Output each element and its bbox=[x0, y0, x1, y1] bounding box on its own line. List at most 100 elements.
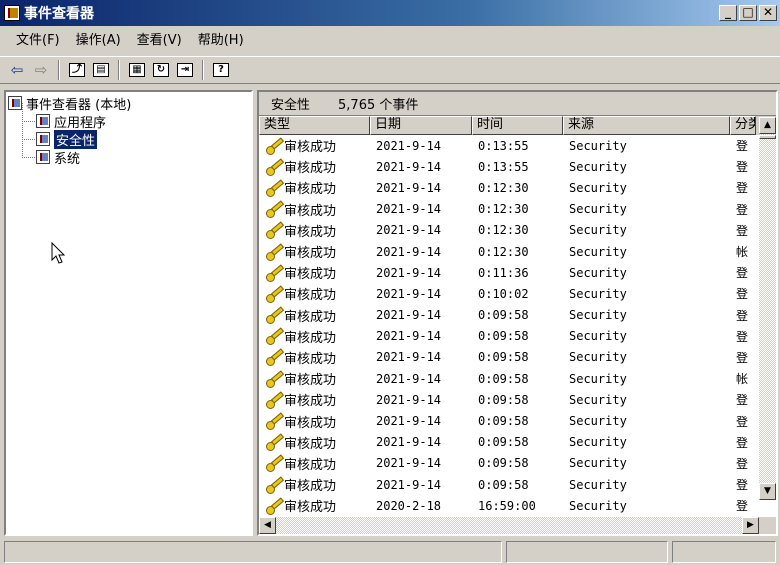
menu-help[interactable]: 帮助(H) bbox=[190, 31, 252, 51]
event-category-cell: 帐 bbox=[736, 245, 749, 260]
event-type-cell: 审核成功 bbox=[259, 327, 370, 346]
event-row[interactable]: 审核成功 2021-9-14 0:09:58 Security 登 bbox=[259, 432, 776, 453]
audit-success-key-icon bbox=[265, 434, 283, 452]
show-tree-button[interactable]: ▤ bbox=[90, 59, 112, 81]
event-time-cell: 0:09:58 bbox=[478, 350, 529, 365]
status-segment-2 bbox=[506, 541, 668, 563]
event-row[interactable]: 审核成功 2021-9-14 0:13:55 Security 登 bbox=[259, 156, 776, 177]
event-type-label: 审核成功 bbox=[284, 182, 337, 198]
event-time-cell: 0:09:58 bbox=[478, 392, 529, 407]
audit-success-key-icon bbox=[265, 477, 283, 494]
properties-icon: ▦ bbox=[129, 63, 145, 77]
export-list-button[interactable]: ⇥ bbox=[174, 59, 196, 81]
event-count: 5,765 个事件 bbox=[338, 98, 419, 113]
up-level-button[interactable]: ⤴ bbox=[66, 59, 88, 81]
event-type-label: 审核成功 bbox=[284, 330, 337, 346]
event-row[interactable]: 审核成功 2020-2-18 16:59:00 Security 登 bbox=[259, 495, 776, 516]
event-time-cell: 0:12:30 bbox=[478, 202, 529, 217]
title-bar[interactable]: 事件查看器 _ □ ✕ bbox=[0, 0, 780, 26]
scroll-right-button[interactable]: ▶ bbox=[742, 517, 759, 534]
scroll-thumb[interactable] bbox=[759, 135, 776, 139]
refresh-icon: ↻ bbox=[153, 63, 169, 77]
menu-action[interactable]: 操作(A) bbox=[68, 31, 129, 51]
minimize-button[interactable]: _ bbox=[719, 5, 737, 21]
event-category-cell: 登 bbox=[736, 414, 749, 429]
close-button[interactable]: ✕ bbox=[759, 5, 777, 21]
event-type-cell: 审核成功 bbox=[259, 157, 370, 176]
scrollbar-corner bbox=[759, 517, 776, 534]
tree-item-system[interactable]: 系统 bbox=[8, 139, 251, 167]
event-row[interactable]: 审核成功 2021-9-14 0:10:02 Security 登 bbox=[259, 283, 776, 304]
event-row[interactable]: 审核成功 2021-9-14 0:09:58 Security 登 bbox=[259, 389, 776, 410]
event-row[interactable]: 审核成功 2021-9-14 0:12:30 Security 登 bbox=[259, 199, 776, 220]
event-type-cell: 审核成功 bbox=[259, 263, 370, 282]
toolbar: ⇦ ⇨ ⤴ ▤ ▦ ↻ ⇥ ? bbox=[0, 56, 780, 84]
tree-root[interactable]: 事件查看器 (本地) bbox=[8, 94, 251, 113]
event-row[interactable]: 审核成功 2021-9-14 0:09:58 Security 登 bbox=[259, 326, 776, 347]
event-row[interactable]: 审核成功 2021-9-14 0:09:58 Security 登 bbox=[259, 410, 776, 431]
event-source-cell: Security bbox=[569, 223, 627, 238]
event-row[interactable]: 审核成功 2021-9-14 0:12:30 Security 登 bbox=[259, 177, 776, 198]
event-date-cell: 2021-9-14 bbox=[376, 350, 442, 365]
audit-success-key-icon bbox=[265, 498, 283, 515]
console-tree[interactable]: 事件查看器 (本地) 应用程序 安全性 系统 bbox=[4, 90, 253, 536]
event-time-cell: 0:10:02 bbox=[478, 286, 529, 301]
menu-file[interactable]: 文件(F) bbox=[8, 31, 68, 51]
event-source-cell: Security bbox=[569, 350, 627, 365]
column-header-date[interactable]: 日期 bbox=[370, 116, 472, 135]
event-row[interactable]: 审核成功 2021-9-14 0:09:58 Security 登 bbox=[259, 453, 776, 474]
list-description-bar: 安全性 5,765 个事件 bbox=[259, 92, 776, 116]
event-source-cell: Security bbox=[569, 414, 627, 429]
column-header-source[interactable]: 来源 bbox=[563, 116, 730, 135]
event-type-cell: 审核成功 bbox=[259, 348, 370, 367]
column-header-category[interactable]: 分类 bbox=[730, 116, 756, 135]
event-type-label: 审核成功 bbox=[284, 246, 337, 262]
event-type-cell: 审核成功 bbox=[259, 284, 370, 303]
event-row[interactable]: 审核成功 2021-9-14 0:13:55 Security 登 bbox=[259, 135, 776, 156]
event-source-cell: Security bbox=[569, 159, 627, 174]
event-source-cell: Security bbox=[569, 308, 627, 323]
event-row[interactable]: 审核成功 2021-9-14 0:11:36 Security 登 bbox=[259, 262, 776, 283]
event-row[interactable]: 审核成功 2021-9-14 0:09:58 Security 登 bbox=[259, 305, 776, 326]
event-type-cell: 审核成功 bbox=[259, 306, 370, 325]
vertical-scrollbar[interactable]: ▲ ▼ bbox=[759, 117, 776, 500]
event-time-cell: 0:09:58 bbox=[478, 477, 529, 492]
scroll-down-button[interactable]: ▼ bbox=[759, 483, 776, 500]
tree-item-application[interactable]: 应用程序 bbox=[8, 103, 251, 131]
audit-success-key-icon bbox=[265, 201, 283, 219]
event-viewer-app-icon bbox=[4, 5, 20, 21]
help-button[interactable]: ? bbox=[210, 59, 232, 81]
column-header-type[interactable]: 类型 bbox=[259, 116, 370, 135]
event-date-cell: 2021-9-14 bbox=[376, 244, 442, 259]
event-date-cell: 2021-9-14 bbox=[376, 286, 442, 301]
tree-item-security[interactable]: 安全性 bbox=[8, 121, 251, 149]
event-type-label: 审核成功 bbox=[284, 267, 337, 283]
event-type-cell: 审核成功 bbox=[259, 369, 370, 388]
refresh-button[interactable]: ↻ bbox=[150, 59, 172, 81]
maximize-button[interactable]: □ bbox=[739, 5, 757, 21]
event-row[interactable]: 审核成功 2021-9-14 0:12:30 Security 登 bbox=[259, 220, 776, 241]
horizontal-scrollbar[interactable]: ◀ ▶ bbox=[259, 517, 759, 534]
event-row[interactable]: 审核成功 2021-9-14 0:12:30 Security 帐 bbox=[259, 241, 776, 262]
status-segment-main bbox=[4, 541, 502, 563]
audit-success-key-icon bbox=[265, 328, 283, 346]
scroll-up-button[interactable]: ▲ bbox=[759, 117, 776, 134]
event-date-cell: 2021-9-14 bbox=[376, 435, 442, 450]
event-category-cell: 登 bbox=[736, 499, 749, 514]
column-header-time[interactable]: 时间 bbox=[472, 116, 563, 135]
event-category-cell: 登 bbox=[736, 308, 749, 323]
event-source-cell: Security bbox=[569, 392, 627, 407]
properties-button[interactable]: ▦ bbox=[126, 59, 148, 81]
scroll-left-button[interactable]: ◀ bbox=[259, 517, 276, 534]
event-time-cell: 0:12:30 bbox=[478, 180, 529, 195]
event-source-cell: Security bbox=[569, 286, 627, 301]
event-row[interactable]: 审核成功 2021-9-14 0:09:58 Security 登 bbox=[259, 347, 776, 368]
help-icon: ? bbox=[213, 63, 229, 77]
menu-view[interactable]: 查看(V) bbox=[129, 31, 190, 51]
event-source-cell: Security bbox=[569, 371, 627, 386]
back-arrow-icon[interactable]: ⇦ bbox=[6, 59, 28, 81]
forward-arrow-icon[interactable]: ⇨ bbox=[30, 59, 52, 81]
event-row[interactable]: 审核成功 2021-9-14 0:09:58 Security 帐 bbox=[259, 368, 776, 389]
event-row[interactable]: 审核成功 2021-9-14 0:09:58 Security 登 bbox=[259, 474, 776, 495]
audit-success-key-icon bbox=[265, 413, 283, 431]
